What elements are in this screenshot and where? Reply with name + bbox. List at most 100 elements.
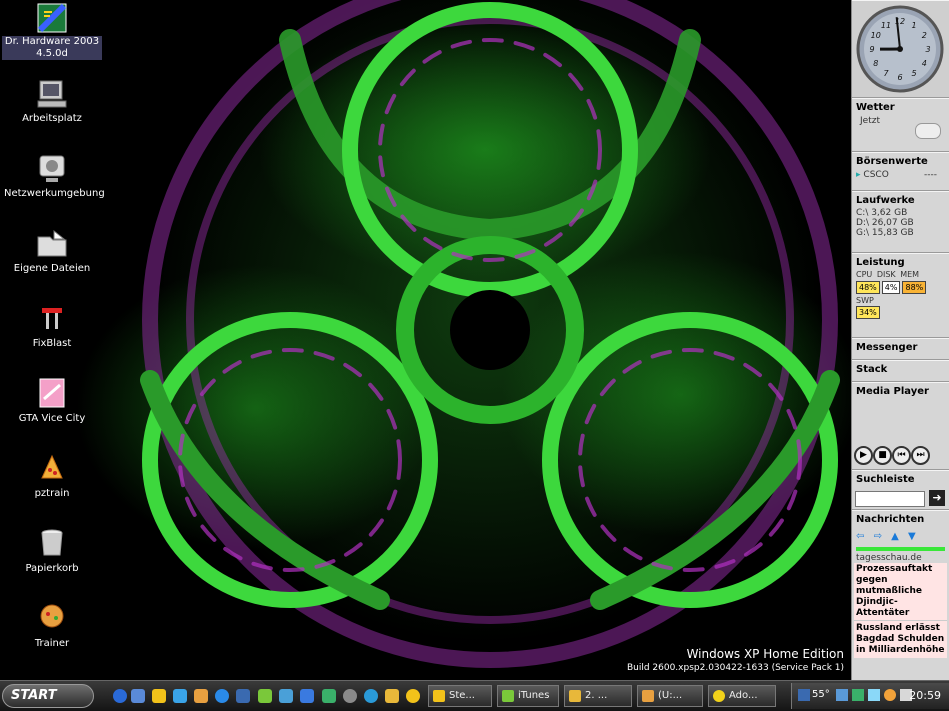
ql-music-icon[interactable] bbox=[258, 689, 272, 703]
laufwerke-title: Laufwerke bbox=[856, 195, 915, 206]
taskbar-button[interactable]: Ado... bbox=[708, 685, 776, 707]
news-item[interactable]: Prozessauftakt gegen mutmaßliche Djindji… bbox=[854, 563, 947, 621]
stock-symbol: CSCO bbox=[863, 170, 889, 180]
weather-icon bbox=[915, 123, 941, 139]
desktop-icon-label: GTA Vice City bbox=[18, 413, 86, 424]
messenger-tile[interactable]: Messenger bbox=[852, 338, 949, 360]
stop-button[interactable]: ■ bbox=[873, 446, 892, 465]
news-down-icon[interactable]: ▼ bbox=[908, 531, 916, 542]
swp-label: SWP bbox=[856, 296, 874, 305]
desktop-icon-netzwerk[interactable]: Netzwerkumgebung bbox=[2, 152, 105, 200]
computer-icon bbox=[36, 77, 68, 109]
ql-pencil-icon[interactable] bbox=[385, 689, 399, 703]
news-forward-icon[interactable]: ⇨ bbox=[874, 531, 882, 542]
desktop-icon-label: FixBlast bbox=[32, 338, 72, 349]
tools-icon bbox=[36, 302, 68, 334]
tray-messenger-icon[interactable] bbox=[884, 689, 896, 701]
network-icon bbox=[36, 152, 68, 184]
wetter-tile[interactable]: Wetter Jetzt bbox=[852, 98, 949, 152]
ql-network-icon[interactable] bbox=[322, 689, 336, 703]
laufwerke-tile[interactable]: Laufwerke C:\ 3,62 GB D:\ 26,07 GB G:\ 1… bbox=[852, 191, 949, 253]
ql-store-icon[interactable] bbox=[131, 689, 145, 703]
taskbar-button[interactable]: 2. ... bbox=[564, 685, 632, 707]
tray-monitor-icon[interactable] bbox=[798, 689, 810, 701]
stock-value: ---- bbox=[924, 170, 937, 180]
ql-globe-icon[interactable] bbox=[113, 689, 127, 703]
ql-aim-icon[interactable] bbox=[152, 689, 166, 703]
sidebar: 1 2 3 4 5 6 7 8 9 10 11 12 Wetter Jetzt Börsenwerte… bbox=[851, 0, 949, 680]
adobe-icon bbox=[713, 690, 725, 702]
boerse-tile[interactable]: Börsenwerte ▸ CSCO ---- bbox=[852, 152, 949, 191]
news-up-icon[interactable]: ▲ bbox=[891, 531, 899, 542]
messenger-title: Messenger bbox=[856, 342, 918, 353]
clock-numeral: 11 bbox=[881, 21, 891, 30]
clock-numeral: 9 bbox=[869, 45, 874, 54]
taskbar-button[interactable]: iTunes bbox=[497, 685, 559, 707]
ql-window-icon[interactable] bbox=[300, 689, 314, 703]
next-button[interactable]: ⏭ bbox=[911, 446, 930, 465]
clock-numeral: 6 bbox=[897, 73, 902, 82]
clock-tile[interactable]: 1 2 3 4 5 6 7 8 9 10 11 12 bbox=[852, 0, 949, 98]
tray-volume-icon[interactable] bbox=[868, 689, 880, 701]
desktop-icon-label: Arbeitsplatz bbox=[22, 113, 82, 124]
edition-text: Windows XP Home Edition bbox=[686, 647, 844, 661]
desktop-icon-fixblast[interactable]: FixBlast bbox=[2, 302, 102, 350]
ql-media-icon[interactable] bbox=[406, 689, 420, 703]
clock-numeral: 10 bbox=[871, 31, 881, 40]
ql-app-icon[interactable] bbox=[279, 689, 293, 703]
swp-meter: 34% bbox=[856, 306, 880, 319]
taskbar-button[interactable]: (U:... bbox=[637, 685, 703, 707]
desktop-icon-label: Dr. Hardware 2003 4.5.0d bbox=[2, 36, 102, 60]
news-item[interactable]: Russland erlässt Bagdad Schulden in Mill… bbox=[854, 621, 947, 658]
desktop-icon-eigene-dateien[interactable]: Eigene Dateien bbox=[2, 227, 102, 275]
os-watermark: Windows XP Home Edition Build 2600.xpsp2… bbox=[627, 647, 844, 673]
media-player-title: Media Player bbox=[856, 386, 929, 397]
leistung-tile[interactable]: Leistung CPU DISK MEM 48% 4% 88% SWP 34% bbox=[852, 253, 949, 338]
ql-tool-icon[interactable] bbox=[236, 689, 250, 703]
temperature-readout: 55° bbox=[812, 689, 830, 700]
taskbar-clock[interactable]: 20:59 bbox=[909, 689, 941, 702]
window-icon bbox=[433, 690, 445, 702]
desktop-icon-arbeitsplatz[interactable]: Arbeitsplatz bbox=[2, 77, 102, 125]
itunes-icon bbox=[502, 690, 514, 702]
search-go-button[interactable]: ➜ bbox=[929, 490, 945, 506]
news-title: Nachrichten bbox=[856, 514, 925, 525]
ql-browser-icon[interactable] bbox=[173, 689, 187, 703]
disk-label: DISK bbox=[876, 270, 896, 279]
suchleiste-tile[interactable]: Suchleiste ➜ bbox=[852, 470, 949, 510]
ql-globe2-icon[interactable] bbox=[364, 689, 378, 703]
stack-title: Stack bbox=[856, 364, 888, 375]
search-input[interactable] bbox=[855, 491, 925, 507]
ql-folder-icon[interactable] bbox=[194, 689, 208, 703]
desktop-icon-label: Trainer bbox=[34, 638, 70, 649]
clock-numeral: 8 bbox=[873, 59, 878, 68]
wallpaper-biohazard bbox=[140, 0, 840, 668]
desktop-icon-pztrain[interactable]: pztrain bbox=[2, 452, 102, 500]
desktop-icon-papierkorb[interactable]: Papierkorb bbox=[2, 527, 102, 575]
drive-c: C:\ 3,62 GB bbox=[856, 208, 908, 218]
taskbar-button[interactable]: Ste... bbox=[428, 685, 492, 707]
tray-network-icon[interactable] bbox=[836, 689, 848, 701]
media-player-tile[interactable]: Media Player ▶ ■ ⏮ ⏭ bbox=[852, 382, 949, 470]
news-back-icon[interactable]: ⇦ bbox=[856, 531, 864, 542]
previous-button[interactable]: ⏮ bbox=[892, 446, 911, 465]
cpu-label: CPU bbox=[856, 270, 873, 279]
ql-settings-icon[interactable] bbox=[343, 689, 357, 703]
desktop-icon-trainer[interactable]: Trainer bbox=[2, 602, 102, 650]
ql-ie-icon[interactable] bbox=[215, 689, 229, 703]
suchleiste-title: Suchleiste bbox=[856, 474, 915, 485]
play-button[interactable]: ▶ bbox=[854, 446, 873, 465]
tray-shield-icon[interactable] bbox=[852, 689, 864, 701]
start-button[interactable]: START bbox=[2, 684, 94, 708]
desktop-icon-gta[interactable]: GTA Vice City bbox=[2, 377, 102, 425]
stack-tile[interactable]: Stack bbox=[852, 360, 949, 382]
clock-numeral: 2 bbox=[922, 31, 927, 40]
dr-hardware-icon bbox=[36, 2, 68, 34]
documents-folder-icon bbox=[36, 227, 68, 259]
drive-g: G:\ 15,83 GB bbox=[856, 228, 914, 238]
news-tile[interactable]: Nachrichten ⇦ ⇨ ▲ ▼ tagesschau.de Prozes… bbox=[852, 510, 949, 680]
desktop-icon-dr-hardware[interactable]: Dr. Hardware 2003 4.5.0d bbox=[2, 2, 102, 60]
pencil-icon bbox=[569, 690, 581, 702]
pizza-icon bbox=[36, 452, 68, 484]
game-icon bbox=[36, 377, 68, 409]
